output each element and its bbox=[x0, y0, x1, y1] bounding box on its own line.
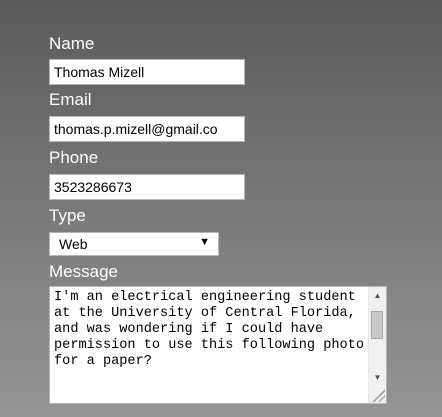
message-textarea[interactable]: I'm an electrical engineering student at… bbox=[49, 286, 387, 404]
message-label: Message bbox=[49, 262, 118, 281]
name-field[interactable]: Thomas Mizell bbox=[49, 59, 245, 85]
name-label: Name bbox=[49, 34, 95, 53]
scroll-up-icon[interactable]: ▲ bbox=[369, 287, 386, 304]
contact-form: Name Thomas Mizell Email thomas.p.mizell… bbox=[0, 0, 442, 417]
message-text: I'm an electrical engineering student at… bbox=[54, 290, 364, 369]
type-label: Type bbox=[49, 206, 86, 225]
message-scrollbar[interactable]: ▲ ▼ bbox=[368, 287, 386, 403]
email-label: Email bbox=[49, 90, 92, 109]
scroll-thumb[interactable] bbox=[371, 311, 383, 339]
phone-field[interactable]: 3523286673 bbox=[49, 174, 245, 200]
type-select[interactable]: Web ▼ bbox=[49, 232, 219, 256]
email-field[interactable]: thomas.p.mizell@gmail.co bbox=[49, 116, 245, 142]
resize-grip-icon[interactable] bbox=[371, 388, 385, 402]
phone-label: Phone bbox=[49, 148, 99, 167]
scroll-down-icon[interactable]: ▼ bbox=[369, 369, 386, 386]
type-selected-value: Web bbox=[59, 236, 88, 252]
chevron-down-icon[interactable]: ▼ bbox=[199, 236, 210, 248]
